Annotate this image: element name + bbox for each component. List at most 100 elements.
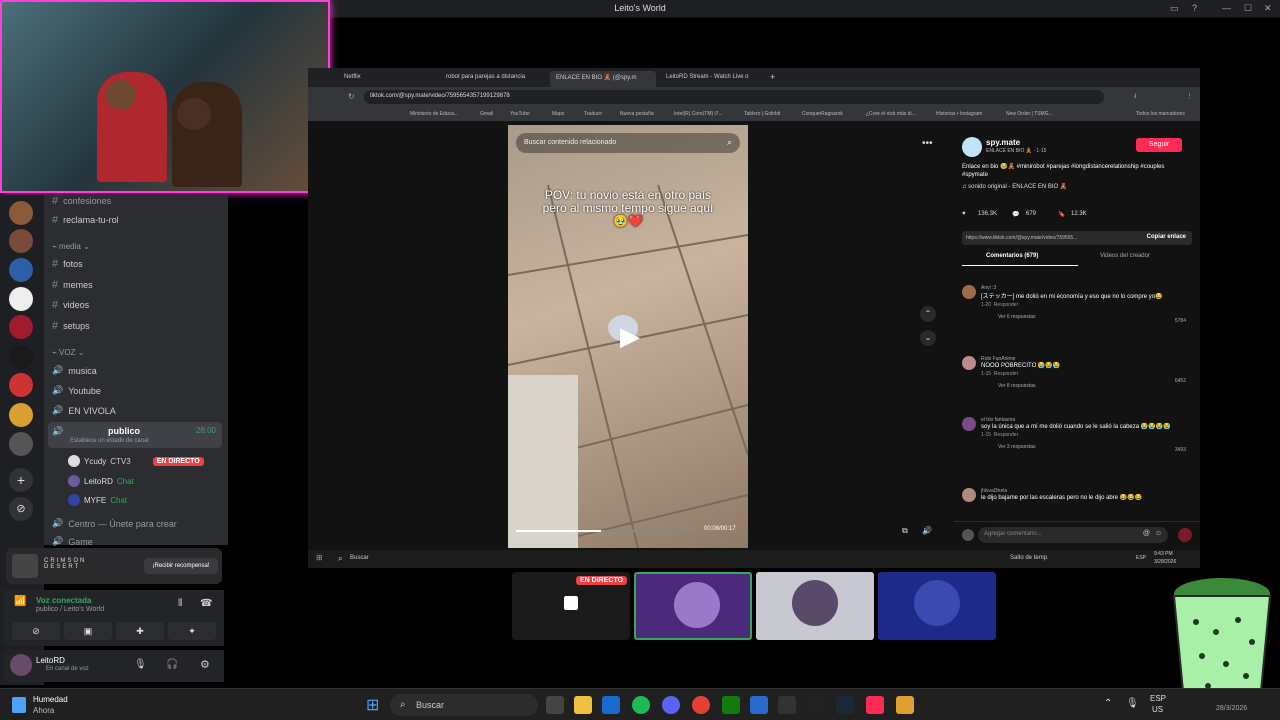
prev-video-icon[interactable]: ⌃: [920, 306, 936, 322]
reply-button[interactable]: Responder: [994, 302, 1018, 308]
xbox-icon[interactable]: [722, 696, 740, 714]
claim-reward-button[interactable]: ¡Recibir recompensa!: [144, 558, 218, 574]
bookmark[interactable]: New Order | TSMG...: [1006, 111, 1053, 117]
windows-icon[interactable]: ⊞: [316, 553, 323, 562]
reload-icon[interactable]: ↻: [348, 92, 355, 101]
voice-user[interactable]: Ycudy CTV3 EN DIRECTO: [68, 455, 204, 467]
address-field[interactable]: tiktok.com/@spy.mate/video/7595654357199…: [364, 90, 1104, 104]
tab-comments[interactable]: Comentarios (679): [986, 253, 1038, 259]
mic-icon[interactable]: 🎙: [134, 659, 147, 670]
app-icon[interactable]: [896, 696, 914, 714]
bookmark[interactable]: Todos los marcadores: [1136, 111, 1185, 117]
server-icon[interactable]: [9, 373, 33, 397]
settings-gear-icon[interactable]: ⚙: [200, 658, 210, 671]
reply-button[interactable]: Responder: [994, 432, 1018, 438]
sound-link[interactable]: ♫ sonido original - ENLACE EN BIO 🧸: [962, 183, 1067, 190]
avatar[interactable]: [962, 285, 976, 299]
channel-reclama-tu-rol[interactable]: # reclama-tu-rol: [52, 214, 119, 226]
new-tab-icon[interactable]: +: [770, 72, 775, 82]
copy-link-button[interactable]: Copiar enlace: [1147, 234, 1186, 240]
reply-button[interactable]: Responder: [994, 371, 1018, 377]
maximize-icon[interactable]: ☐: [1244, 3, 1252, 14]
bookmark[interactable]: Nueva pestaña: [620, 111, 654, 117]
avatar[interactable]: [962, 356, 976, 370]
store-icon[interactable]: [602, 696, 620, 714]
bookmark[interactable]: Traducir: [584, 111, 602, 117]
share-link[interactable]: https://www.tiktok.com/@spy.mate/video/7…: [966, 235, 1077, 241]
start-icon[interactable]: ⊞: [366, 695, 379, 715]
mention-icon[interactable]: @: [1143, 530, 1150, 537]
explore-icon[interactable]: ⊘: [9, 497, 33, 521]
video-search-bar[interactable]: Buscar contenido relacionado ⌕: [516, 133, 740, 153]
discord-icon[interactable]: [662, 696, 680, 714]
voice-user[interactable]: LeitoRD Chat: [68, 475, 134, 487]
search-box[interactable]: ⌕ Buscar: [390, 694, 538, 716]
file-explorer-icon[interactable]: [574, 696, 592, 714]
progress-track[interactable]: [516, 530, 696, 532]
bookmark[interactable]: YouTube: [510, 111, 530, 117]
tab-creator-videos[interactable]: Videos del creador: [1100, 253, 1150, 259]
bookmark[interactable]: ¿Cree el nick más di...: [866, 111, 916, 117]
volume-icon[interactable]: 🔊: [922, 526, 932, 535]
stream-thumb[interactable]: EN DIRECTO: [512, 572, 630, 640]
comment-input[interactable]: Agregar comentario... @ ☺: [978, 527, 1168, 543]
taskbar-search[interactable]: Buscar: [350, 555, 369, 561]
next-video-icon[interactable]: ⌄: [920, 330, 936, 346]
menu-icon[interactable]: ⋮: [1186, 92, 1193, 100]
voice-publico[interactable]: 🔊 publico 28:00 Establece un estado de c…: [48, 422, 222, 448]
comment-likes[interactable]: 3493: [1175, 447, 1186, 453]
voice-game[interactable]: 🔊 Game: [52, 536, 93, 547]
view-replies[interactable]: Ver 3 respuestas: [998, 444, 1192, 450]
voice-youtube[interactable]: 🔊 Youtube: [52, 385, 101, 396]
send-icon[interactable]: [1178, 528, 1192, 542]
download-icon[interactable]: ⭳: [1134, 92, 1136, 103]
mic-icon[interactable]: 🎙: [1126, 698, 1139, 709]
noise-icon[interactable]: ⦀: [178, 598, 182, 609]
channel-confesiones[interactable]: # confesiones: [52, 195, 111, 207]
soundboard-icon[interactable]: ✦: [168, 622, 216, 640]
language-indicator[interactable]: ESP: [1136, 555, 1146, 561]
tab-tiktok[interactable]: ENLACE EN BIO 🧸 (@spy.m: [550, 71, 656, 87]
participant-thumb[interactable]: [634, 572, 752, 640]
play-icon[interactable]: ▶: [620, 321, 640, 352]
language-indicator[interactable]: ESP: [1150, 694, 1166, 703]
voice-musica[interactable]: 🔊 musica: [52, 365, 97, 376]
server-icon[interactable]: [9, 201, 33, 225]
help-icon[interactable]: ?: [1192, 3, 1197, 13]
task-view-icon[interactable]: [546, 696, 564, 714]
server-icon[interactable]: [9, 258, 33, 282]
participant-thumb[interactable]: [756, 572, 874, 640]
follow-button[interactable]: Seguir: [1136, 138, 1182, 152]
voice-location[interactable]: publico / Leito's World: [36, 606, 104, 613]
bookmark-icon[interactable]: 🔖: [1058, 211, 1065, 218]
comment-icon[interactable]: 💬: [1012, 211, 1019, 218]
avatar[interactable]: [10, 654, 32, 676]
voice-en-vivola[interactable]: 🔊 EN VIVOLA: [52, 405, 116, 416]
tiktok-video[interactable]: Buscar contenido relacionado ⌕ POV: tu n…: [508, 125, 748, 548]
category-voz[interactable]: ⌁ VOZ ⌄: [52, 348, 84, 357]
bookmark[interactable]: Ministerio de Educa...: [410, 111, 458, 117]
bookmark[interactable]: ConquerRagnarok: [802, 111, 843, 117]
channel-setups[interactable]: # setups: [52, 320, 90, 332]
minimize-icon[interactable]: —: [1222, 3, 1231, 13]
tiktok-icon[interactable]: [866, 696, 884, 714]
voice-centro[interactable]: 🔊 Centro — Únete para crear: [52, 518, 177, 529]
like-icon[interactable]: ♥: [962, 211, 966, 217]
participant-thumb[interactable]: [878, 572, 996, 640]
server-icon[interactable]: [9, 345, 33, 369]
tab-robot[interactable]: robot para parejas a distancia: [440, 71, 546, 87]
comment-likes[interactable]: 5784: [1175, 318, 1186, 324]
steam-icon[interactable]: [836, 696, 854, 714]
activities-icon[interactable]: ✚: [116, 622, 164, 640]
avatar[interactable]: [962, 488, 976, 502]
tray-chevron-icon[interactable]: ⌃: [1104, 698, 1112, 709]
view-replies[interactable]: Ver 8 respuestas: [998, 383, 1192, 389]
inbox-icon[interactable]: ▭: [1170, 3, 1179, 14]
bookmark[interactable]: Intel(R) Core(TM) i7...: [674, 111, 723, 117]
emoji-icon[interactable]: ☺: [1155, 530, 1162, 537]
avatar[interactable]: [962, 417, 976, 431]
pip-icon[interactable]: ⧉: [902, 526, 908, 536]
search-icon[interactable]: ⌕: [338, 554, 342, 564]
channel-memes[interactable]: # memes: [52, 279, 93, 291]
bookmark[interactable]: Historias • Instagram: [936, 111, 982, 117]
